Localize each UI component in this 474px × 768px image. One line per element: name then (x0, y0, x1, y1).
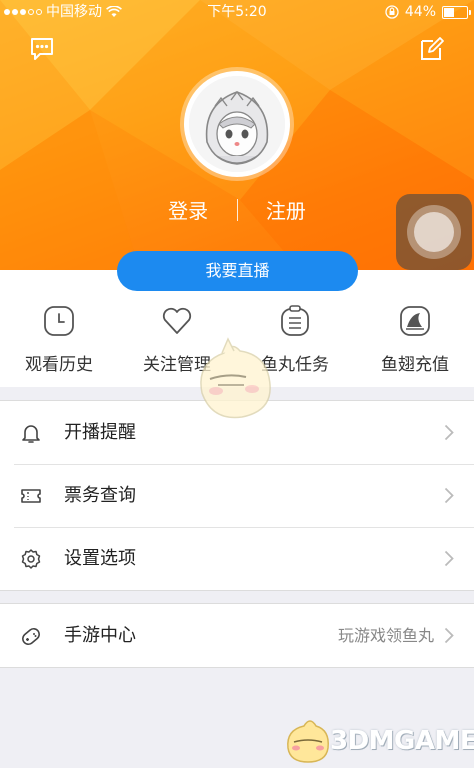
menu-ticket-query[interactable]: 票务查询 (0, 464, 474, 527)
menu-game-center[interactable]: 手游中心 玩游戏领鱼丸 (0, 604, 474, 667)
avatar[interactable] (184, 71, 290, 177)
battery-percent: 44% (404, 4, 436, 20)
mascot-logo-icon (287, 720, 329, 763)
auth-divider (236, 198, 238, 221)
clock-icon (44, 306, 74, 336)
menu-label: 设置选项 (64, 548, 136, 569)
quick-watch-history[interactable]: 观看历史 (0, 304, 118, 375)
menu-group-games: 手游中心 玩游戏领鱼丸 (0, 603, 474, 668)
start-live-button[interactable]: 我要直播 (117, 251, 358, 291)
watermark-text: 3DMGAME (330, 726, 474, 756)
edit-icon[interactable] (419, 36, 445, 62)
fin-icon (400, 306, 430, 336)
menu-label: 手游中心 (64, 625, 136, 646)
menu-settings[interactable]: 设置选项 (0, 527, 474, 590)
login-link[interactable]: 登录 (160, 195, 216, 224)
status-bar: 中国移动 下午5:20 44% (0, 0, 474, 24)
chevron-right-icon (444, 550, 454, 567)
orientation-lock-icon (385, 5, 399, 19)
chevron-right-icon (444, 487, 454, 504)
battery-icon (442, 5, 471, 19)
quick-fin-recharge[interactable]: 鱼翅充值 (356, 304, 474, 375)
task-list-icon (281, 305, 309, 336)
site-watermark: 3DMGAME (282, 714, 474, 766)
mascot-watermark-image (200, 337, 271, 419)
quick-label: 观看历史 (25, 355, 93, 375)
message-icon[interactable] (29, 36, 55, 62)
gear-icon (21, 549, 41, 569)
avatar-image (189, 76, 285, 172)
bell-icon (22, 425, 40, 443)
menu-hint: 玩游戏领鱼丸 (337, 626, 434, 645)
register-link[interactable]: 注册 (258, 195, 314, 224)
ticket-icon (21, 489, 41, 503)
menu-group-main: 开播提醒 票务查询 设置选项 (0, 400, 474, 591)
quick-label: 鱼翅充值 (381, 355, 449, 375)
chevron-right-icon (444, 627, 454, 644)
menu-label: 开播提醒 (64, 422, 136, 443)
assistive-touch-button[interactable] (396, 194, 472, 270)
gamepad-icon (22, 627, 40, 646)
chevron-right-icon (444, 424, 454, 441)
menu-label: 票务查询 (64, 485, 136, 506)
